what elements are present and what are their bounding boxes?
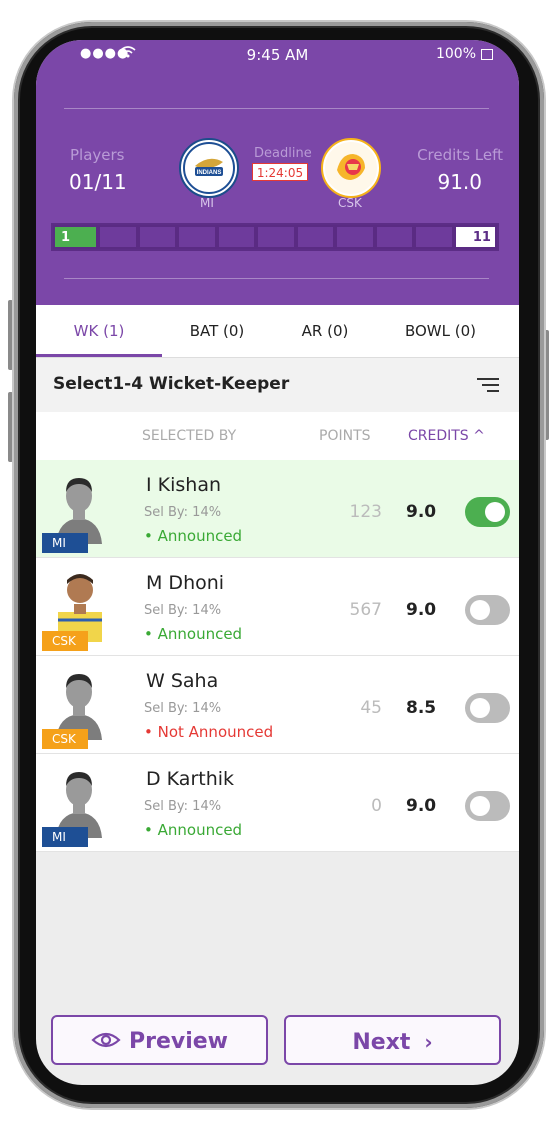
player-select-toggle[interactable]: [465, 497, 510, 527]
next-button[interactable]: Next ›: [284, 1015, 501, 1065]
credits-left-value: 91.0: [437, 170, 482, 194]
progress-segment: [416, 227, 452, 247]
app-screen: ●●●● 9:45 AM 100% Players 01/11 INDIANS …: [36, 40, 519, 1085]
phone-side-button: [8, 300, 13, 370]
phone-side-button: [8, 392, 13, 462]
chevron-right-icon: ›: [424, 1030, 433, 1054]
divider: [64, 278, 489, 279]
player-credits: 9.0: [406, 600, 437, 620]
progress-segment: [337, 227, 373, 247]
team-badge: MI: [42, 827, 88, 847]
role-tabs: WK (1) BAT (0) AR (0) BOWL (0): [36, 305, 519, 358]
player-selected-by: Sel By: 14%: [144, 799, 222, 814]
progress-segment: [139, 227, 176, 247]
eye-icon: [91, 1032, 121, 1048]
tab-bowl[interactable]: BOWL (0): [378, 305, 503, 357]
player-select-toggle[interactable]: [465, 595, 510, 625]
player-credits: 9.0: [406, 502, 437, 522]
player-status: • Announced: [144, 821, 243, 839]
player-name: M Dhoni: [146, 572, 225, 594]
player-select-toggle[interactable]: [465, 693, 510, 723]
player-status: • Not Announced: [144, 723, 274, 741]
toggle-knob: [485, 502, 505, 522]
active-tab-indicator: [36, 354, 162, 357]
player-name: D Karthik: [146, 768, 235, 790]
player-status: • Announced: [144, 527, 243, 545]
progress-segment: [258, 227, 294, 247]
preview-button[interactable]: Preview: [51, 1015, 268, 1065]
column-selected-by[interactable]: SELECTED BY: [142, 428, 236, 444]
section-title: Select1-4 Wicket-Keeper: [53, 374, 290, 394]
csk-team-logo: [321, 138, 381, 198]
toggle-knob: [470, 698, 490, 718]
progress-segment: [218, 227, 255, 247]
player-status: • Announced: [144, 625, 243, 643]
player-points: 0: [371, 796, 382, 816]
tab-ar[interactable]: AR (0): [272, 305, 378, 357]
team-right-label: CSK: [338, 196, 362, 210]
team-badge: CSK: [42, 631, 88, 651]
tab-wk[interactable]: WK (1): [36, 305, 162, 357]
player-select-toggle[interactable]: [465, 791, 510, 821]
toggle-knob: [470, 600, 490, 620]
section-header: Select1-4 Wicket-Keeper: [36, 358, 519, 412]
player-row[interactable]: CSK M Dhoni Sel By: 14% • Announced 567 9.0: [36, 558, 519, 656]
team-badge: CSK: [42, 729, 88, 749]
column-headers: SELECTED BY POINTS CREDITS ^: [36, 412, 519, 460]
players-count: 01/11: [69, 170, 127, 194]
team-left-label: MI: [200, 196, 214, 210]
divider: [64, 108, 489, 109]
players-label: Players: [70, 146, 125, 164]
player-name: I Kishan: [146, 474, 222, 496]
player-row[interactable]: MI I Kishan Sel By: 14% • Announced 123 9.0: [36, 460, 519, 558]
deadline-label: Deadline: [254, 146, 312, 161]
progress-segment: [297, 227, 334, 247]
column-credits-sort[interactable]: CREDITS ^: [408, 428, 485, 444]
player-selected-by: Sel By: 14%: [144, 701, 222, 716]
player-row[interactable]: MI D Karthik Sel By: 14% • Announced 0 9.0: [36, 754, 519, 852]
next-label: Next: [352, 1030, 411, 1055]
progress-segment-filled: 1: [55, 227, 97, 247]
tab-bat[interactable]: BAT (0): [162, 305, 272, 357]
battery-percent: 100%: [435, 46, 476, 62]
team-badge: MI: [42, 533, 88, 553]
mi-team-logo: INDIANS: [179, 138, 239, 198]
player-selected-by: Sel By: 14%: [144, 505, 222, 520]
svg-text:INDIANS: INDIANS: [197, 170, 222, 176]
player-credits: 8.5: [406, 698, 437, 718]
credits-left-label: Credits Left: [417, 146, 503, 164]
player-points: 45: [360, 698, 382, 718]
phone-side-button: [544, 330, 549, 440]
battery-icon: [481, 48, 493, 60]
filter-icon[interactable]: [477, 378, 499, 394]
preview-label: Preview: [128, 1029, 229, 1054]
player-points: 567: [349, 600, 382, 620]
selection-progress-bar: 1 11: [51, 223, 499, 251]
progress-segment: [179, 227, 215, 247]
player-credits: 9.0: [406, 796, 437, 816]
player-points: 123: [349, 502, 382, 522]
progress-segment: [376, 227, 413, 247]
toggle-knob: [470, 796, 490, 816]
team-header: ●●●● 9:45 AM 100% Players 01/11 INDIANS …: [36, 40, 519, 305]
status-bar: ●●●● 9:45 AM 100%: [36, 44, 519, 68]
progress-segment-last: 11: [455, 227, 495, 247]
player-row[interactable]: CSK W Saha Sel By: 14% • Not Announced 45 8.5: [36, 656, 519, 754]
deadline-timer: 1:24:05: [252, 163, 308, 181]
progress-segment: [100, 227, 136, 247]
column-points[interactable]: POINTS: [319, 428, 371, 444]
player-name: W Saha: [146, 670, 219, 692]
player-selected-by: Sel By: 14%: [144, 603, 222, 618]
battery-indicator: 100%: [436, 46, 493, 62]
